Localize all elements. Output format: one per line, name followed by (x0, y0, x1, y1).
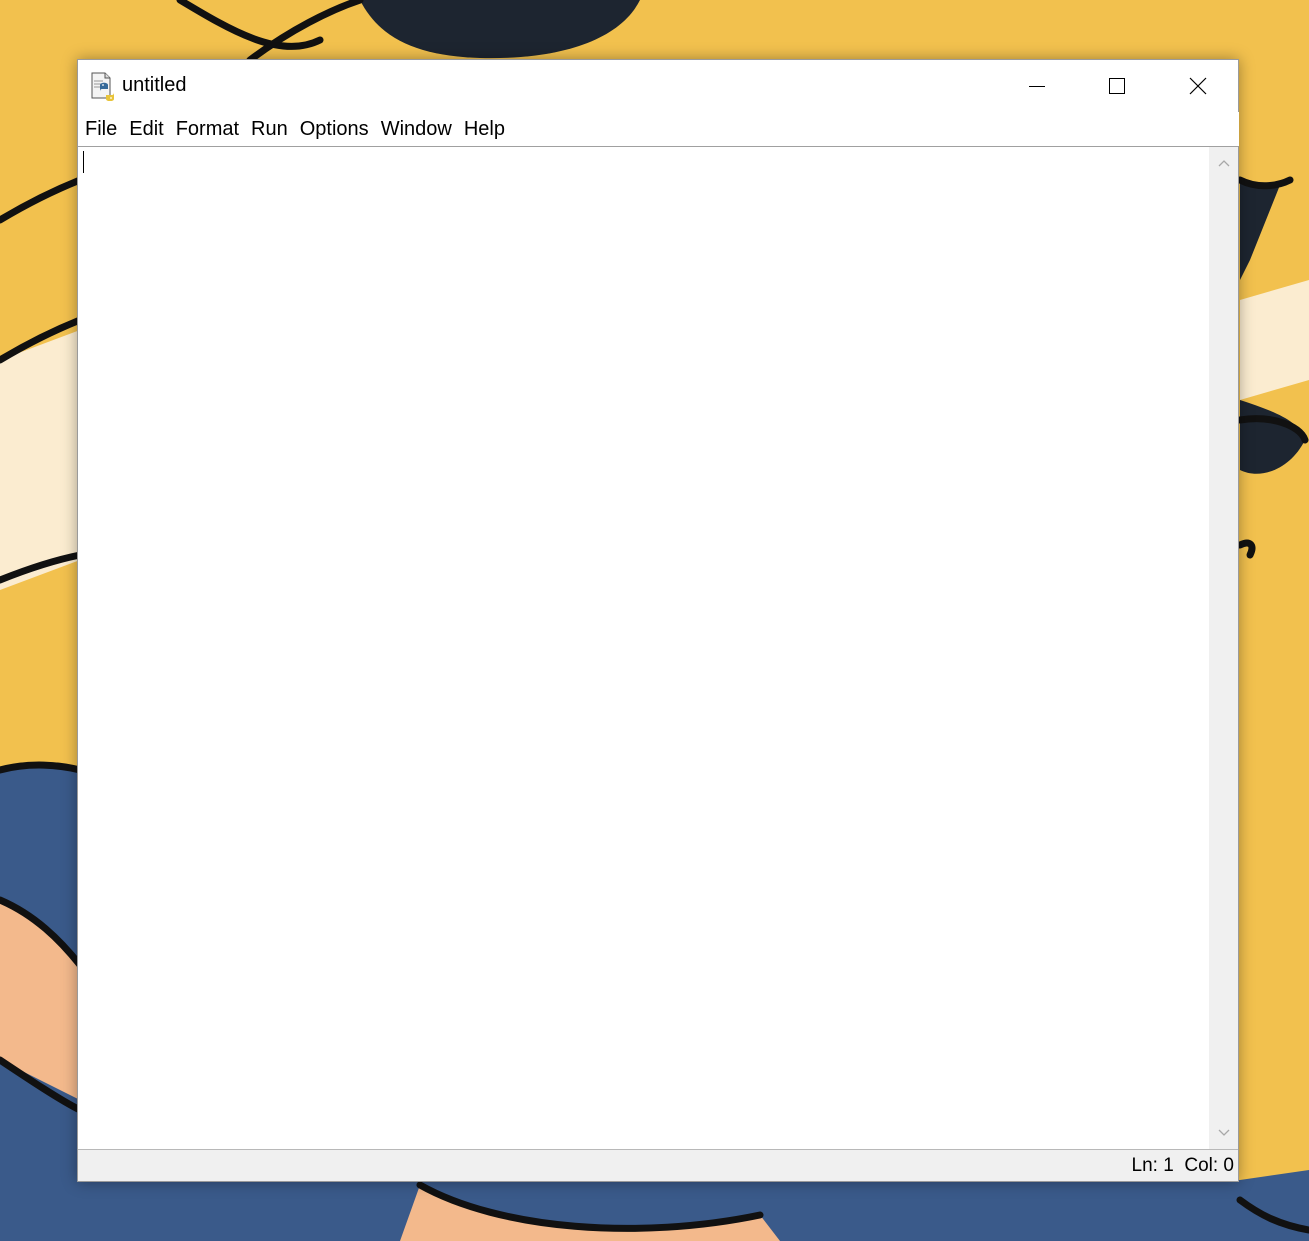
text-caret (83, 151, 84, 173)
code-editor[interactable] (78, 146, 1209, 1149)
minimize-button[interactable] (997, 60, 1077, 112)
status-col: Col: 0 (1184, 1155, 1234, 1176)
title-bar[interactable]: untitled (78, 60, 1238, 112)
menu-options[interactable]: Options (294, 112, 375, 146)
menu-run[interactable]: Run (245, 112, 294, 146)
chevron-up-icon (1218, 160, 1229, 167)
window-title: untitled (122, 74, 187, 96)
status-line: Ln: 1 (1131, 1155, 1174, 1176)
cursor-position: Ln: 1 Col: 0 (1132, 1155, 1234, 1177)
idle-editor-window: untitled File Edit Format Run Options Wi… (77, 59, 1239, 1182)
close-button[interactable] (1158, 60, 1238, 112)
maximize-icon (1109, 78, 1125, 94)
vertical-scrollbar[interactable] (1209, 146, 1238, 1149)
menu-window[interactable]: Window (375, 112, 458, 146)
python-idle-file-icon (89, 71, 117, 102)
chevron-down-icon (1218, 1129, 1229, 1136)
menu-edit[interactable]: Edit (123, 112, 169, 146)
close-icon (1189, 77, 1207, 95)
minimize-icon (1029, 86, 1045, 87)
scroll-up-button[interactable] (1209, 149, 1238, 177)
menu-help[interactable]: Help (458, 112, 511, 146)
menu-file[interactable]: File (79, 112, 123, 146)
scroll-down-button[interactable] (1209, 1119, 1238, 1147)
status-bar: Ln: 1 Col: 0 (78, 1149, 1238, 1181)
menu-bar: File Edit Format Run Options Window Help (78, 112, 1239, 146)
maximize-button[interactable] (1077, 60, 1157, 112)
menu-format[interactable]: Format (170, 112, 245, 146)
